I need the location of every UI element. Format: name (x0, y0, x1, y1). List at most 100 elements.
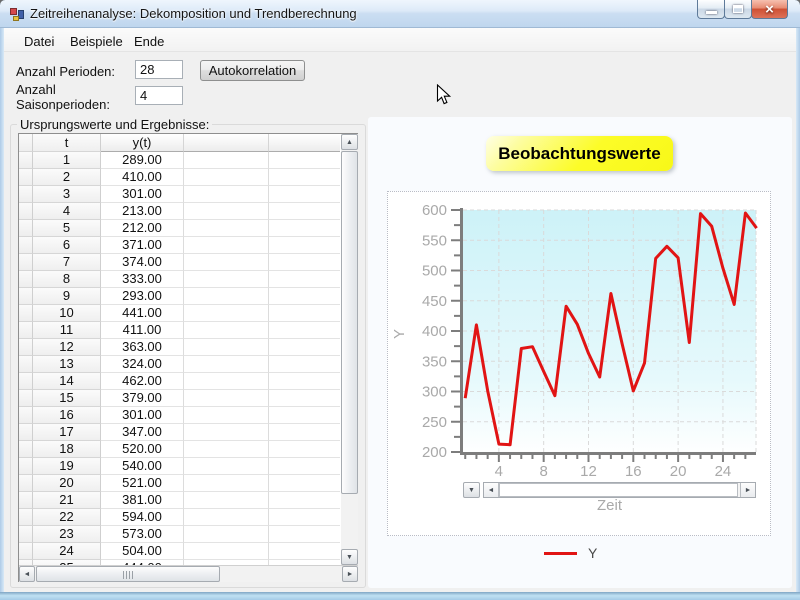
cell-t[interactable]: 8 (33, 271, 101, 288)
cell-t[interactable]: 23 (33, 526, 101, 543)
scroll-right-button[interactable]: ► (342, 566, 358, 582)
row-header-cell[interactable] (19, 509, 33, 526)
cell-empty[interactable] (269, 390, 340, 407)
cell-y[interactable]: 324.00 (101, 356, 184, 373)
cell-y[interactable]: 289.00 (101, 152, 184, 169)
row-header-cell[interactable] (19, 152, 33, 169)
cell-empty[interactable] (184, 407, 269, 424)
cell-empty[interactable] (269, 543, 340, 560)
cell-t[interactable]: 18 (33, 441, 101, 458)
row-header-cell[interactable] (19, 526, 33, 543)
grid-vertical-scrollbar[interactable]: ▲ ▼ (341, 134, 358, 565)
cell-empty[interactable] (184, 271, 269, 288)
cell-empty[interactable] (184, 305, 269, 322)
column-header-yt[interactable]: y(t) (101, 134, 184, 152)
row-header-cell[interactable] (19, 305, 33, 322)
cell-empty[interactable] (184, 169, 269, 186)
cell-empty[interactable] (269, 475, 340, 492)
cell-empty[interactable] (184, 339, 269, 356)
chart-scroll-thumb[interactable] (499, 483, 738, 497)
cell-empty[interactable] (184, 526, 269, 543)
cell-empty[interactable] (184, 492, 269, 509)
cell-t[interactable]: 5 (33, 220, 101, 237)
cell-t[interactable]: 1 (33, 152, 101, 169)
cell-y[interactable]: 333.00 (101, 271, 184, 288)
column-header-3[interactable] (184, 134, 269, 152)
row-header-cell[interactable] (19, 203, 33, 220)
cell-y[interactable]: 379.00 (101, 390, 184, 407)
row-header-cell[interactable] (19, 288, 33, 305)
cell-y[interactable]: 462.00 (101, 373, 184, 390)
cell-empty[interactable] (184, 254, 269, 271)
grid-horizontal-scrollbar[interactable]: ◄ ► (19, 565, 358, 582)
cell-empty[interactable] (269, 152, 340, 169)
cell-t[interactable]: 19 (33, 458, 101, 475)
cell-empty[interactable] (184, 390, 269, 407)
cell-empty[interactable] (184, 475, 269, 492)
row-header-cell[interactable] (19, 220, 33, 237)
scroll-down-button[interactable]: ▼ (341, 549, 358, 565)
chart-scroll-left-button[interactable]: ◄ (484, 483, 499, 497)
menu-item-ende[interactable]: Ende (130, 32, 168, 51)
cell-y[interactable]: 573.00 (101, 526, 184, 543)
cell-empty[interactable] (184, 186, 269, 203)
chart-scroll-right-button[interactable]: ► (740, 483, 755, 497)
cell-y[interactable]: 441.00 (101, 305, 184, 322)
vertical-scroll-thumb[interactable] (341, 151, 358, 494)
cell-y[interactable]: 374.00 (101, 254, 184, 271)
row-header-cell[interactable] (19, 458, 33, 475)
maximize-button[interactable] (724, 0, 752, 19)
row-header-cell[interactable] (19, 322, 33, 339)
cell-empty[interactable] (184, 288, 269, 305)
row-header-cell[interactable] (19, 492, 33, 509)
cell-empty[interactable] (269, 254, 340, 271)
cell-y[interactable]: 293.00 (101, 288, 184, 305)
cell-t[interactable]: 3 (33, 186, 101, 203)
row-header-cell[interactable] (19, 475, 33, 492)
chart-horizontal-scrollbar[interactable]: ◄ ► (483, 482, 756, 498)
cell-t[interactable]: 12 (33, 339, 101, 356)
cell-empty[interactable] (269, 203, 340, 220)
cell-empty[interactable] (184, 322, 269, 339)
scroll-up-button[interactable]: ▲ (341, 134, 358, 150)
cell-y[interactable]: 347.00 (101, 424, 184, 441)
cell-empty[interactable] (184, 543, 269, 560)
cell-empty[interactable] (269, 492, 340, 509)
row-header-cell[interactable] (19, 407, 33, 424)
cell-t[interactable]: 14 (33, 373, 101, 390)
cell-t[interactable]: 13 (33, 356, 101, 373)
cell-empty[interactable] (269, 186, 340, 203)
cell-y[interactable]: 212.00 (101, 220, 184, 237)
cell-empty[interactable] (184, 458, 269, 475)
cell-t[interactable]: 15 (33, 390, 101, 407)
cell-t[interactable]: 22 (33, 509, 101, 526)
cell-t[interactable]: 7 (33, 254, 101, 271)
cell-empty[interactable] (184, 373, 269, 390)
cell-t[interactable]: 9 (33, 288, 101, 305)
row-header-cell[interactable] (19, 356, 33, 373)
cell-empty[interactable] (184, 356, 269, 373)
scroll-left-button[interactable]: ◄ (19, 566, 35, 582)
cell-empty[interactable] (269, 356, 340, 373)
cell-y[interactable]: 213.00 (101, 203, 184, 220)
cell-y[interactable]: 521.00 (101, 475, 184, 492)
cell-empty[interactable] (269, 322, 340, 339)
close-button[interactable]: × (751, 0, 788, 19)
cell-empty[interactable] (184, 220, 269, 237)
cell-t[interactable]: 17 (33, 424, 101, 441)
cell-empty[interactable] (184, 441, 269, 458)
cell-y[interactable]: 371.00 (101, 237, 184, 254)
row-header-cell[interactable] (19, 186, 33, 203)
cell-y[interactable]: 411.00 (101, 322, 184, 339)
cell-empty[interactable] (269, 271, 340, 288)
cell-t[interactable]: 4 (33, 203, 101, 220)
row-header-cell[interactable] (19, 373, 33, 390)
cell-y[interactable]: 504.00 (101, 543, 184, 560)
cell-t[interactable]: 16 (33, 407, 101, 424)
row-header-cell[interactable] (19, 271, 33, 288)
row-header-cell[interactable] (19, 424, 33, 441)
cell-empty[interactable] (184, 203, 269, 220)
row-header-cell[interactable] (19, 237, 33, 254)
cell-t[interactable]: 21 (33, 492, 101, 509)
row-header-cell[interactable] (19, 254, 33, 271)
